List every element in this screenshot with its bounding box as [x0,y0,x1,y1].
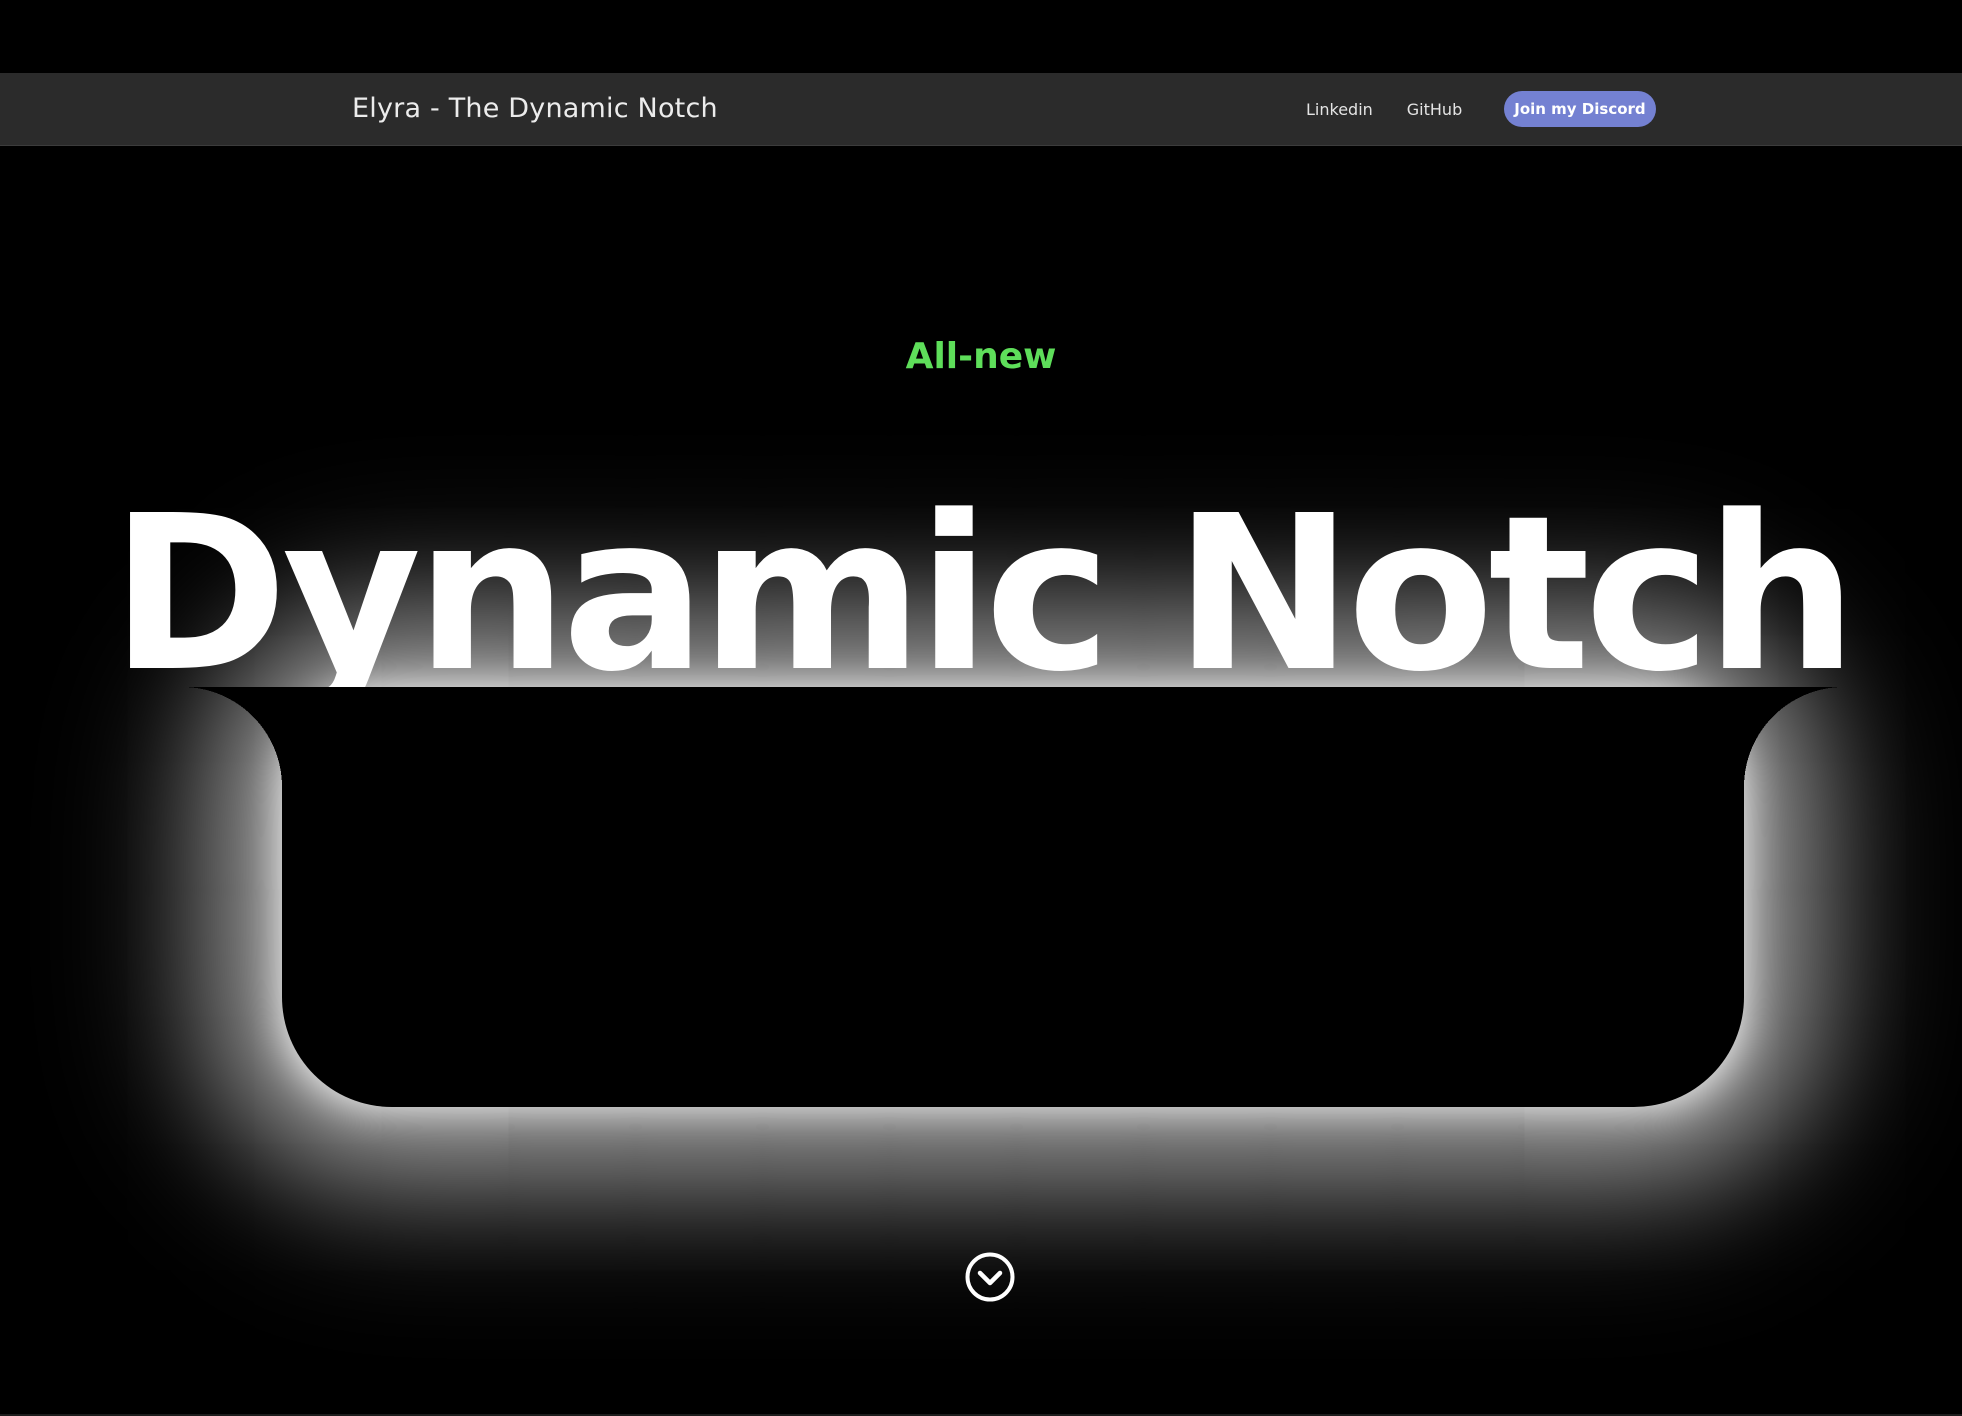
scroll-down-button[interactable] [965,1252,1015,1302]
hero-headline: Dynamic Notch [110,470,1857,688]
top-navbar: Elyra - The Dynamic Notch Linkedin GitHu… [0,73,1962,146]
nav-link-github[interactable]: GitHub [1407,100,1462,119]
headline-clip: Dynamic Notch [0,470,1962,688]
nav-links: Linkedin GitHub Join my Discord [1306,73,1656,145]
nav-link-linkedin[interactable]: Linkedin [1306,100,1373,119]
brand-title[interactable]: Elyra - The Dynamic Notch [352,73,718,145]
chevron-down-circle-icon [965,1252,1015,1302]
page: Elyra - The Dynamic Notch Linkedin GitHu… [0,0,1962,1416]
hero-eyebrow: All-new [905,336,1057,377]
join-discord-button[interactable]: Join my Discord [1504,91,1656,127]
dynamic-notch-shape [182,687,1844,1107]
